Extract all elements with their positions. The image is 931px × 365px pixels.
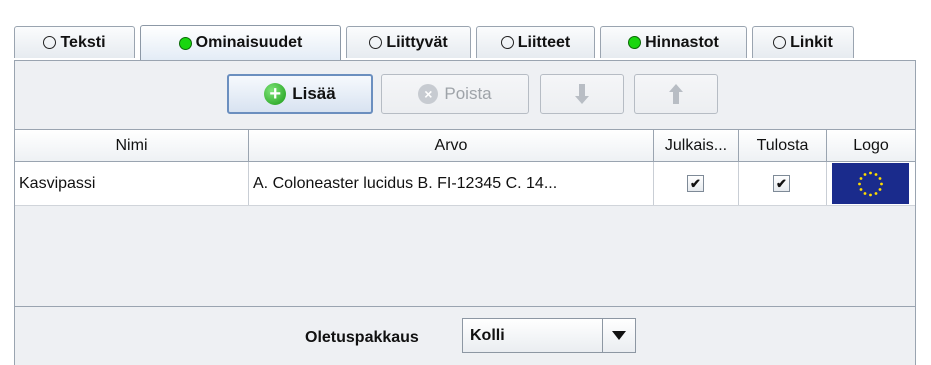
tab-liitteet[interactable]: Liitteet xyxy=(476,26,595,58)
select-value: Kolli xyxy=(470,327,505,344)
table-header: Nimi Arvo Julkais... Tulosta Logo xyxy=(15,130,915,162)
tab-label: Hinnastot xyxy=(645,33,719,51)
move-down-button[interactable] xyxy=(540,74,624,114)
tab-bar: Teksti Ominaisuudet Liittyvät Liitteet H… xyxy=(14,25,914,60)
arrow-up-icon xyxy=(669,84,683,104)
status-green-icon xyxy=(628,36,642,49)
publish-checkbox[interactable]: ✔ xyxy=(687,175,704,192)
column-header-arvo[interactable]: Arvo xyxy=(249,130,654,161)
dropdown-button[interactable] xyxy=(602,319,635,352)
arrow-down-icon xyxy=(575,84,589,104)
tab-label: Teksti xyxy=(60,33,106,51)
properties-table: Nimi Arvo Julkais... Tulosta Logo Kasvip… xyxy=(15,129,915,307)
status-green-icon xyxy=(178,36,192,50)
tab-ominaisuudet[interactable]: Ominaisuudet xyxy=(140,25,341,60)
status-empty-icon xyxy=(773,36,787,49)
tab-label: Ominaisuudet xyxy=(195,34,303,51)
tab-liittyvat[interactable]: Liittyvät xyxy=(346,26,471,58)
tab-label: Liitteet xyxy=(517,33,571,51)
chevron-down-icon xyxy=(612,331,626,340)
tab-hinnastot[interactable]: Hinnastot xyxy=(600,26,747,58)
tab-linkit[interactable]: Linkit xyxy=(752,26,854,58)
column-header-nimi[interactable]: Nimi xyxy=(15,130,249,161)
status-empty-icon xyxy=(500,36,514,49)
print-checkbox[interactable]: ✔ xyxy=(773,175,790,192)
column-header-tulosta[interactable]: Tulosta xyxy=(739,130,827,161)
remove-button-label: Poista xyxy=(444,84,492,103)
default-package-label: Oletuspakkaus xyxy=(305,329,419,346)
remove-icon: × xyxy=(418,84,439,104)
eu-flag-icon xyxy=(832,163,909,204)
properties-panel: + Lisää × Poista Nimi Arvo Julkais... Tu… xyxy=(14,60,916,365)
cell-print[interactable]: ✔ xyxy=(739,162,827,205)
add-button[interactable]: + Lisää xyxy=(227,74,373,114)
tab-teksti[interactable]: Teksti xyxy=(14,26,135,58)
add-button-label: Lisää xyxy=(292,84,336,103)
tab-label: Linkit xyxy=(790,33,833,51)
tab-label: Liittyvät xyxy=(386,33,448,51)
status-empty-icon xyxy=(369,36,383,49)
move-up-button[interactable] xyxy=(634,74,718,114)
status-empty-icon xyxy=(43,36,57,49)
cell-publish[interactable]: ✔ xyxy=(654,162,739,205)
table-row[interactable]: Kasvipassi A. Coloneaster lucidus B. FI-… xyxy=(15,162,915,206)
plus-icon: + xyxy=(264,83,287,105)
cell-value[interactable]: A. Coloneaster lucidus B. FI-12345 C. 14… xyxy=(249,162,654,205)
column-header-logo[interactable]: Logo xyxy=(827,130,915,161)
column-header-julkaise[interactable]: Julkais... xyxy=(654,130,739,161)
default-package-select[interactable]: Kolli xyxy=(462,318,636,353)
remove-button[interactable]: × Poista xyxy=(381,74,529,114)
cell-name[interactable]: Kasvipassi xyxy=(15,162,249,205)
